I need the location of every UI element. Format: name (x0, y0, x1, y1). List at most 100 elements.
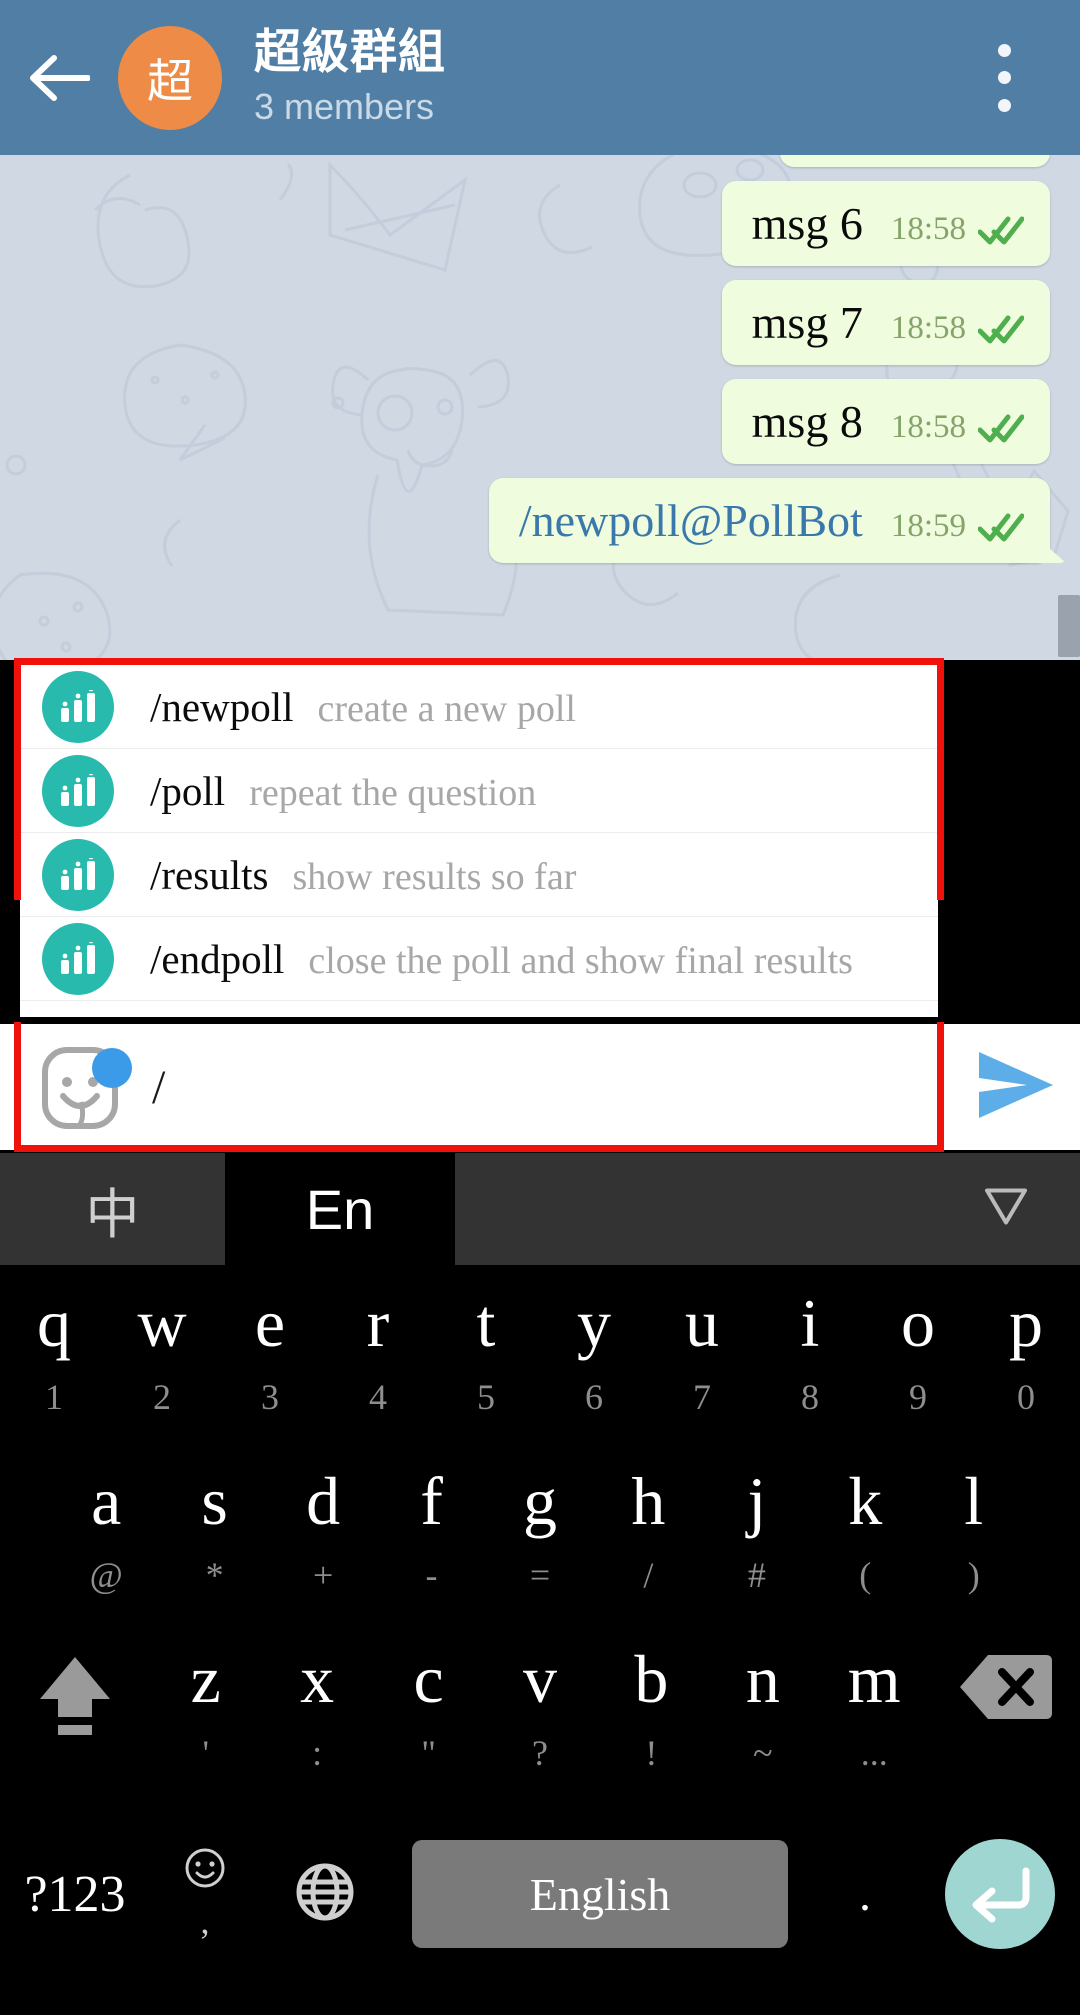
key-x[interactable]: x : (261, 1621, 372, 1799)
message-row[interactable]: msg 6 18:58 (0, 181, 1050, 266)
keyboard-lang-chinese[interactable]: 中 (0, 1153, 225, 1265)
back-button[interactable] (0, 0, 118, 155)
period-key[interactable]: . (810, 1867, 920, 1922)
key-label: r (366, 1285, 390, 1361)
bot-command-suggestions[interactable]: /newpoll create a new poll /poll repeat … (20, 665, 938, 1017)
key-a[interactable]: a @ (52, 1443, 160, 1621)
key-sublabel: @ (89, 1555, 123, 1595)
double-check-icon (978, 315, 1024, 343)
chat-bubble[interactable]: msg 7 18:58 (721, 280, 1050, 365)
key-label: n (745, 1641, 780, 1717)
key-t[interactable]: t 5 (432, 1265, 540, 1443)
key-b[interactable]: b ! (596, 1621, 707, 1799)
send-button[interactable] (952, 1024, 1080, 1150)
backspace-key[interactable] (930, 1621, 1080, 1728)
emoji-comma-key[interactable]: , (150, 1847, 260, 1942)
message-meta: 18:58 (891, 310, 1024, 347)
send-arrow-icon (973, 1048, 1059, 1127)
key-sublabel: 5 (477, 1377, 495, 1417)
command-name: /poll (150, 767, 226, 814)
message-row[interactable]: msg 8 18:58 (0, 379, 1050, 464)
language-switch-key[interactable] (260, 1860, 390, 1929)
message-input-bar: / (20, 1024, 938, 1150)
bot-command-link[interactable]: /newpoll@PollBot (519, 494, 863, 547)
sticker-smiley-icon[interactable] (20, 1024, 140, 1150)
key-u[interactable]: u 7 (648, 1265, 756, 1443)
message-list[interactable]: msg 6 18:58 msg 7 18:58 msg 8 18:58 /new… (0, 155, 1080, 660)
key-j[interactable]: j # (703, 1443, 811, 1621)
key-f[interactable]: f - (377, 1443, 485, 1621)
comma-label: , (200, 1900, 210, 1941)
key-n[interactable]: n ~ (707, 1621, 818, 1799)
shift-key[interactable] (0, 1621, 150, 1740)
soft-keyboard: 中 En q 1 w 2 e 3 r 4 t 5 y 6 u 7 i 8 o 9… (0, 1153, 1080, 2015)
space-key[interactable]: English (412, 1840, 788, 1948)
key-sublabel: 2 (153, 1377, 171, 1417)
key-label: d (306, 1463, 341, 1539)
chat-bubble[interactable]: msg 8 18:58 (721, 379, 1050, 464)
overflow-menu-icon[interactable] (980, 43, 1028, 112)
chat-bubble-partial[interactable] (780, 155, 1050, 167)
keyboard-row-3: z ' x : c " v ? b ! n ~ m ... (0, 1621, 1080, 1799)
key-sublabel: 6 (585, 1377, 603, 1417)
key-l[interactable]: l ) (920, 1443, 1028, 1621)
key-s[interactable]: s * (160, 1443, 268, 1621)
avatar[interactable]: 超 (118, 25, 222, 130)
message-time: 18:58 (890, 409, 966, 445)
key-label: w (137, 1285, 187, 1361)
key-sublabel: 7 (693, 1377, 711, 1417)
shift-up-icon (34, 1651, 116, 1740)
emoji-smiley-icon (184, 1847, 226, 1894)
bar-chart-icon (42, 754, 114, 827)
key-d[interactable]: d + (269, 1443, 377, 1621)
collapse-keyboard-icon[interactable] (984, 1188, 1028, 1231)
command-text: /endpoll close the poll and show final r… (150, 935, 853, 983)
key-c[interactable]: c " (373, 1621, 484, 1799)
key-h[interactable]: h / (594, 1443, 702, 1621)
keyboard-lang-english[interactable]: En (225, 1153, 455, 1265)
menu-dot (997, 43, 1011, 57)
command-text: /newpoll create a new poll (150, 683, 576, 731)
bar-chart-icon (42, 922, 114, 995)
list-item[interactable]: /newpoll create a new poll (20, 665, 938, 749)
list-item[interactable]: /results show results so far (20, 833, 938, 917)
key-w[interactable]: w 2 (108, 1265, 216, 1443)
double-check-icon (978, 216, 1024, 244)
enter-key[interactable] (920, 1839, 1080, 1949)
key-o[interactable]: o 9 (864, 1265, 972, 1443)
key-sublabel: - (425, 1555, 438, 1595)
key-p[interactable]: p 0 (972, 1265, 1080, 1443)
key-e[interactable]: e 3 (216, 1265, 324, 1443)
key-label: j (747, 1463, 767, 1539)
message-row[interactable]: msg 7 18:58 (0, 280, 1050, 365)
key-label: f (420, 1463, 443, 1539)
key-k[interactable]: k ( (811, 1443, 919, 1621)
chat-bubble[interactable]: msg 6 18:58 (721, 181, 1050, 266)
key-m[interactable]: m ... (819, 1621, 930, 1799)
chat-title-block[interactable]: 超級群組 3 members (254, 26, 446, 129)
double-check-icon (978, 513, 1024, 541)
list-item[interactable]: /endpoll close the poll and show final r… (20, 917, 938, 1001)
key-v[interactable]: v ? (484, 1621, 595, 1799)
command-name: /endpoll (150, 935, 285, 982)
keyboard-row-2: a @ s * d + f - g = h / j # k (l) (0, 1443, 1080, 1621)
key-label: t (476, 1285, 496, 1361)
key-r[interactable]: r 4 (324, 1265, 432, 1443)
key-i[interactable]: i 8 (756, 1265, 864, 1443)
message-row[interactable] (0, 155, 1050, 167)
message-row[interactable]: /newpoll@PollBot 18:59 (0, 478, 1050, 563)
key-z[interactable]: z ' (150, 1621, 261, 1799)
chat-scrollbar[interactable] (1058, 595, 1080, 657)
key-q[interactable]: q 1 (0, 1265, 108, 1443)
symbols-key[interactable]: ?123 (0, 1865, 150, 1924)
bar-chart-icon (42, 838, 114, 911)
chat-bubble-command[interactable]: /newpoll@PollBot 18:59 (488, 478, 1050, 563)
key-label: l (964, 1463, 984, 1539)
message-time: 18:58 (890, 310, 966, 346)
key-g[interactable]: g = (486, 1443, 594, 1621)
back-arrow-icon (28, 53, 90, 103)
key-label: a (91, 1463, 122, 1539)
list-item[interactable]: /poll repeat the question (20, 749, 938, 833)
message-input[interactable]: / (140, 1060, 938, 1115)
key-y[interactable]: y 6 (540, 1265, 648, 1443)
